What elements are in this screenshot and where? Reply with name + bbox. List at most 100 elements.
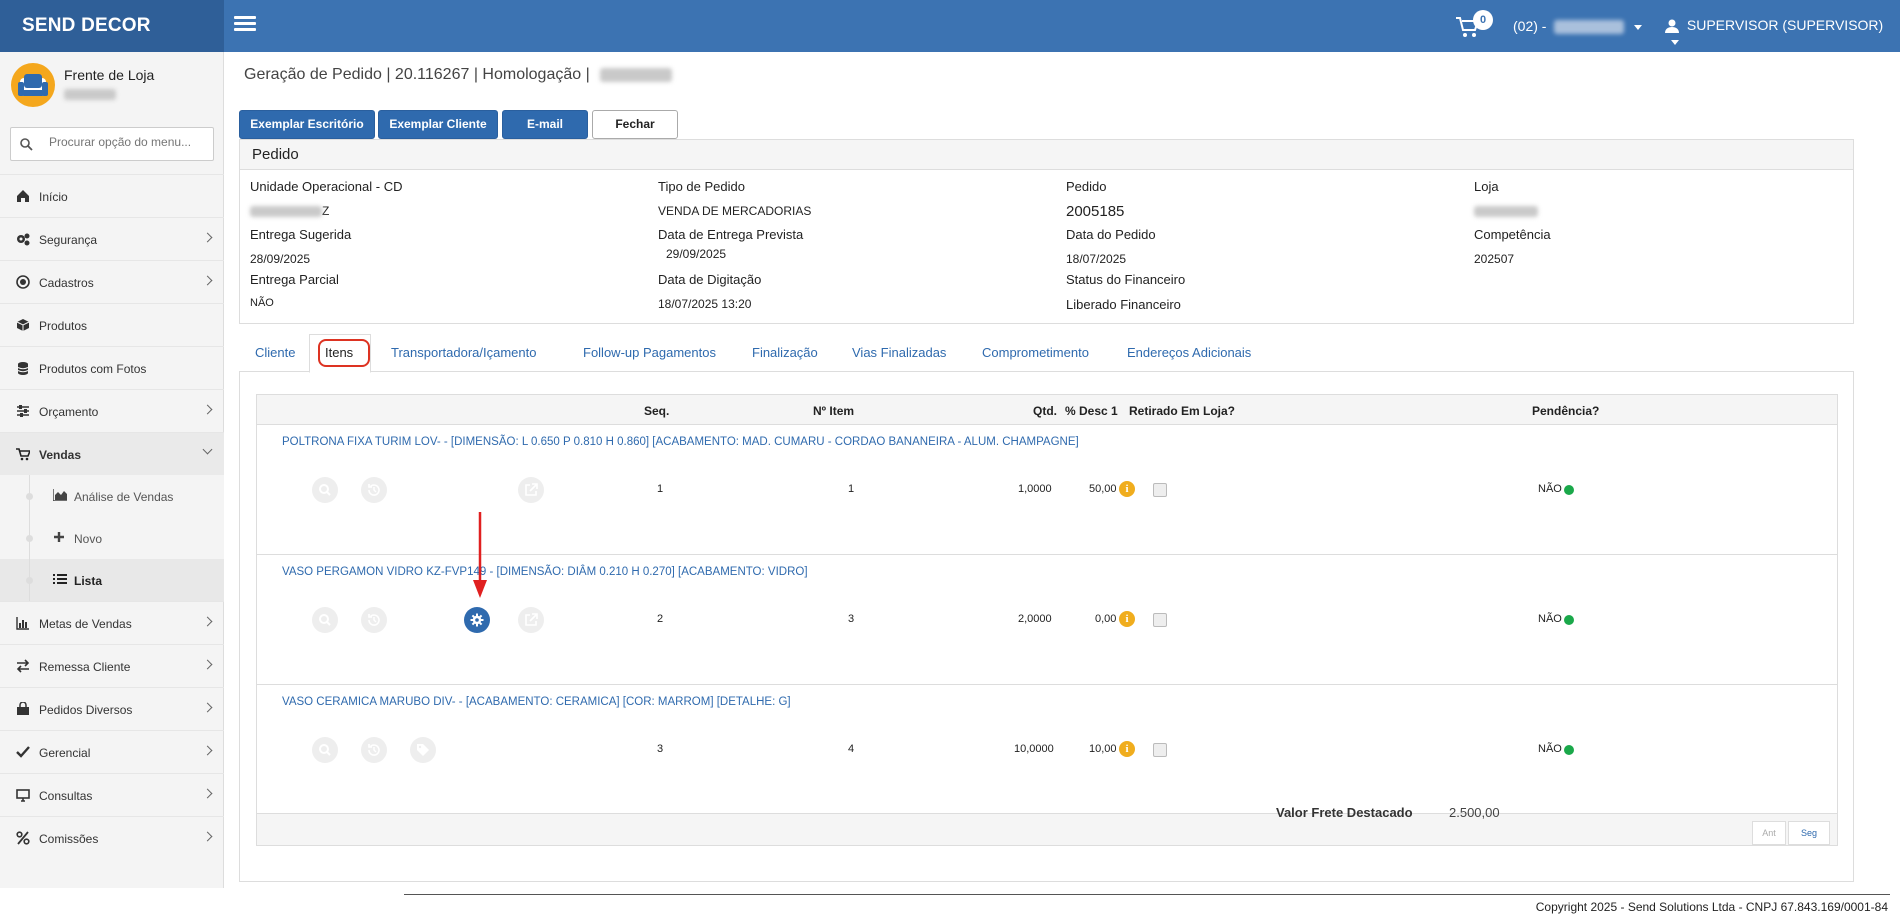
sidebar-item-gerencial[interactable]: Gerencial (0, 730, 224, 773)
items-grid: Seq. Nº Item Qtd. % Desc 1 Retirado Em L… (256, 394, 1838, 846)
competencia-value: 202507 (1474, 252, 1515, 266)
tab-vias-finalizadas[interactable]: Vias Finalizadas (852, 345, 946, 360)
grid-header: Seq. Nº Item Qtd. % Desc 1 Retirado Em L… (257, 395, 1837, 425)
item-description[interactable]: VASO PERGAMON VIDRO KZ-FVP149 - [DIMENSÃ… (282, 566, 808, 578)
gear-icon (470, 613, 484, 627)
submenu-item-lista[interactable]: Lista (0, 559, 224, 601)
tab-enderecos-adicionais[interactable]: Endereços Adicionais (1127, 345, 1251, 360)
pedido-panel: Pedido Unidade Operacional - CD Z Entreg… (239, 139, 1854, 324)
item-description[interactable]: VASO CERAMICA MARUBO DIV- - [ACABAMENTO:… (282, 696, 791, 708)
row-seq: 2 (657, 613, 664, 625)
submenu-item-label: Lista (74, 574, 103, 588)
tipo-pedido-value: VENDA DE MERCADORIAS (658, 204, 812, 218)
sidebar-item-orcamento[interactable]: Orçamento (0, 389, 224, 432)
store-prefix: (02) - (1513, 18, 1547, 34)
sidebar-item-consultas[interactable]: Consultas (0, 773, 224, 816)
tab-transportadora[interactable]: Transportadora/Içamento (391, 345, 536, 360)
tab-cliente[interactable]: Cliente (255, 345, 295, 360)
unidade-value: Z (250, 204, 329, 218)
pedido-value: 2005185 (1066, 203, 1125, 220)
entrega-sugerida-label: Entrega Sugerida (250, 227, 352, 242)
history-button[interactable] (361, 607, 387, 633)
pager-prev-button[interactable]: Ant (1752, 821, 1786, 845)
area-chart-icon (53, 489, 67, 501)
submenu-item-novo[interactable]: Novo (0, 517, 224, 559)
breadcrumb: Geração de Pedido | 20.116267 | Homologa… (244, 66, 673, 84)
sidebar-item-label: Comissões (39, 832, 99, 846)
item-description[interactable]: POLTRONA FIXA TURIM LOV- - [DIMENSÃO: L … (282, 436, 1079, 448)
retirado-checkbox[interactable] (1153, 613, 1167, 627)
col-pendencia: Pendência? (1532, 404, 1600, 418)
sidebar-item-produtos[interactable]: Produtos (0, 303, 224, 346)
col-item: Nº Item (813, 404, 855, 418)
sidebar-item-metas-de-vendas[interactable]: Metas de Vendas (0, 601, 224, 644)
submenu-item-label: Análise de Vendas (74, 490, 174, 504)
tab-comprometimento[interactable]: Comprometimento (982, 345, 1089, 360)
user-name: SUPERVISOR (SUPERVISOR) (1686, 17, 1884, 33)
open-external-button[interactable] (518, 607, 544, 633)
sidebar-item-comissoes[interactable]: Comissões (0, 816, 224, 859)
info-icon[interactable]: i (1119, 611, 1135, 627)
tag-button[interactable] (410, 737, 436, 763)
email-button[interactable]: E-mail (502, 110, 588, 139)
sidebar-item-pedidos-diversos[interactable]: Pedidos Diversos (0, 687, 224, 730)
search-button[interactable] (312, 737, 338, 763)
search-button[interactable] (312, 607, 338, 633)
search-button[interactable] (312, 477, 338, 503)
entrega-sugerida-value: 28/09/2025 (250, 252, 311, 266)
exemplar-escritorio-button[interactable]: Exemplar Escritório (239, 110, 375, 139)
status-financeiro-label: Status do Financeiro (1066, 272, 1186, 287)
settings-button[interactable] (464, 607, 490, 633)
entrega-prevista-value: 29/09/2025 (666, 247, 727, 261)
info-icon[interactable]: i (1119, 481, 1135, 497)
external-link-icon (525, 613, 538, 626)
bar-chart-icon (16, 617, 29, 630)
tab-itens-label: Itens (325, 345, 354, 360)
sidebar-item-cadastros[interactable]: Cadastros (0, 260, 224, 303)
table-row: VASO PERGAMON VIDRO KZ-FVP149 - [DIMENSÃ… (257, 555, 1837, 685)
table-row: VASO CERAMICA MARUBO DIV- - [ACABAMENTO:… (257, 685, 1837, 815)
breadcrumb-text: Geração de Pedido | 20.116267 | Homologa… (244, 66, 590, 83)
entrega-prevista-label: Data de Entrega Prevista (658, 227, 804, 242)
menu-search-input[interactable] (49, 135, 209, 149)
brand-logo[interactable]: SEND DECOR (0, 0, 224, 52)
submenu-item-analise-de-vendas[interactable]: Análise de Vendas (0, 475, 224, 517)
history-button[interactable] (361, 477, 387, 503)
tab-itens[interactable]: Itens (309, 334, 371, 373)
entrega-parcial-value: NÃO (250, 297, 274, 309)
sidebar-item-vendas[interactable]: Vendas (0, 432, 224, 475)
row-pendencia: NÃO (1538, 613, 1562, 625)
store-selector[interactable]: (02) - (1513, 18, 1643, 35)
tag-icon (417, 744, 429, 756)
footer-divider (404, 894, 1890, 895)
fechar-button[interactable]: Fechar (592, 110, 678, 139)
status-dot (1564, 615, 1574, 625)
avatar-icon (11, 63, 55, 107)
search-icon (319, 744, 331, 756)
main-content: Geração de Pedido | 20.116267 | Homologa… (224, 52, 1900, 888)
sidebar-item-remessa-cliente[interactable]: Remessa Cliente (0, 644, 224, 687)
tab-finalizacao[interactable]: Finalização (752, 345, 818, 360)
cart-count-badge: 0 (1473, 10, 1493, 30)
sidebar-item-label: Consultas (39, 789, 93, 803)
pager-next-button[interactable]: Seg (1788, 821, 1830, 845)
hamburger-menu-icon[interactable] (234, 16, 256, 34)
tab-follow-up-pagamentos[interactable]: Follow-up Pagamentos (583, 345, 716, 360)
sidebar-item-inicio[interactable]: Início (0, 174, 224, 217)
annotation-arrow-icon (473, 512, 487, 598)
history-button[interactable] (361, 737, 387, 763)
open-external-button[interactable] (518, 477, 544, 503)
row-qtd: 1,0000 (1018, 483, 1052, 495)
retirado-checkbox[interactable] (1153, 483, 1167, 497)
sidebar-item-seguranca[interactable]: Segurança (0, 217, 224, 260)
history-icon (368, 744, 380, 756)
exemplar-cliente-button[interactable]: Exemplar Cliente (378, 110, 498, 139)
status-dot (1564, 485, 1574, 495)
row-seq: 3 (657, 743, 664, 755)
sidebar-item-produtos-com-fotos[interactable]: Produtos com Fotos (0, 346, 224, 389)
user-menu[interactable]: SUPERVISOR (SUPERVISOR) (1665, 17, 1900, 49)
retirado-checkbox[interactable] (1153, 743, 1167, 757)
gears-icon (17, 233, 30, 246)
info-icon[interactable]: i (1119, 741, 1135, 757)
chevron-right-icon (202, 275, 213, 286)
